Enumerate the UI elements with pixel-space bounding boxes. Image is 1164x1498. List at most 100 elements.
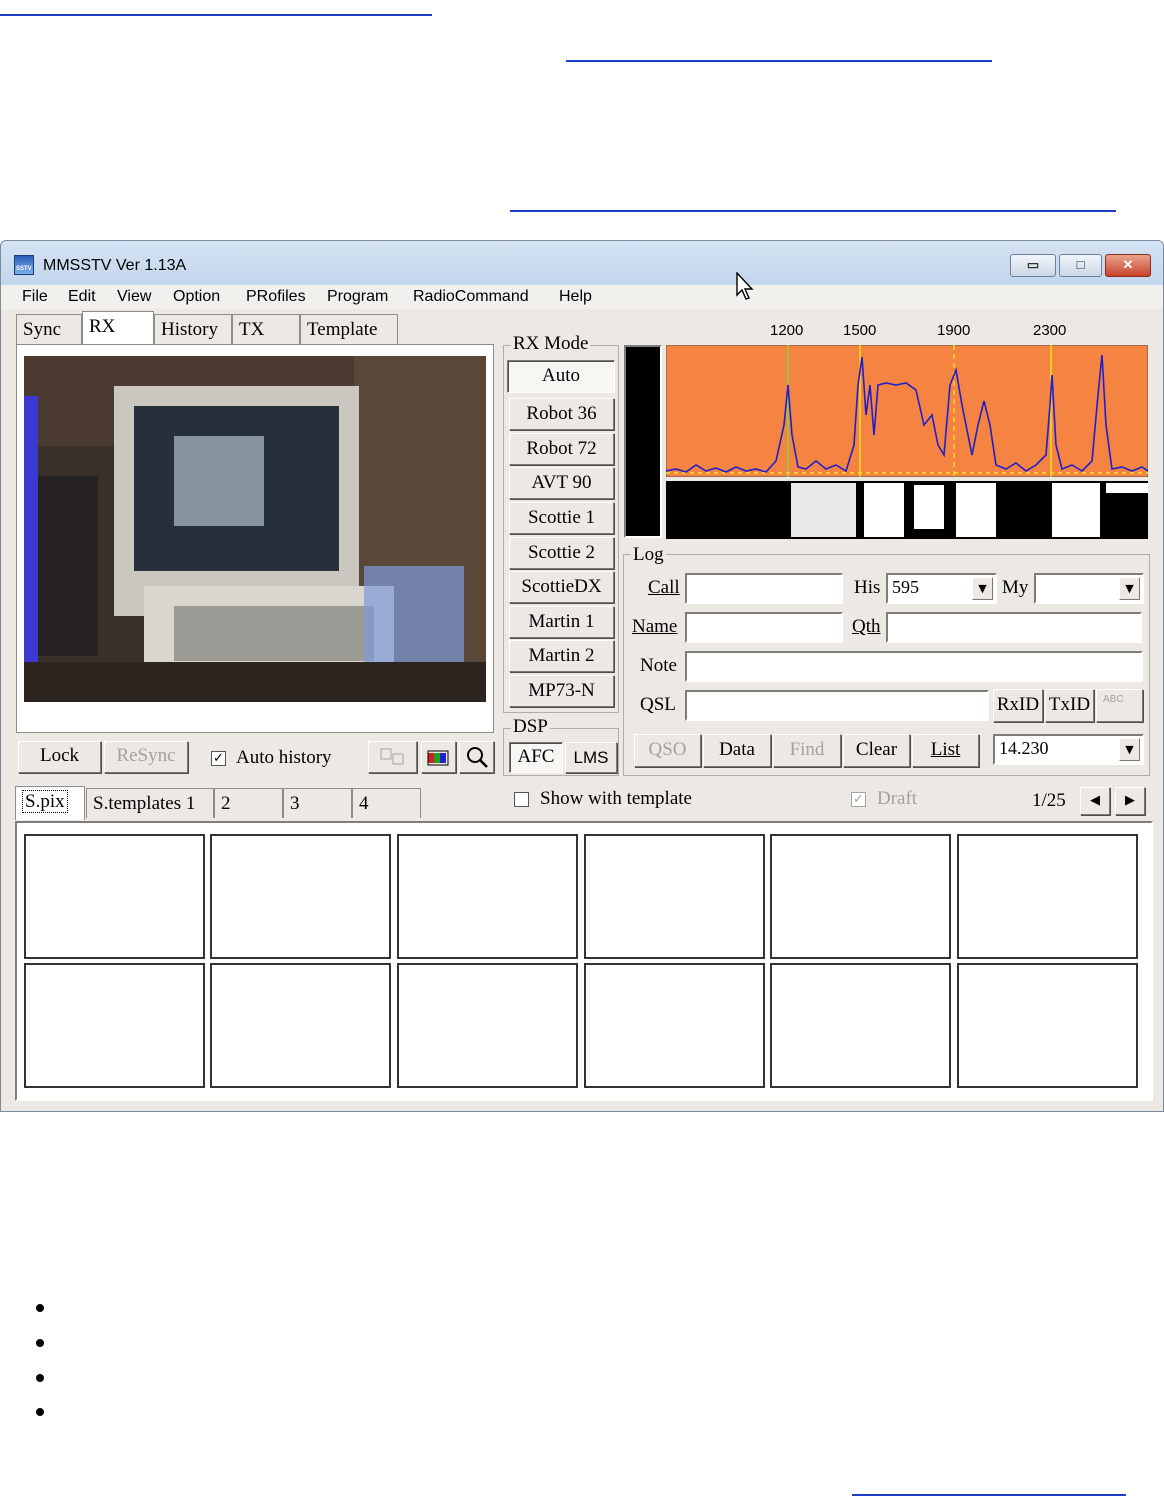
picture-slot[interactable] [210,963,391,1088]
menu-bar: File Edit View Option PRofiles Program R… [1,285,1163,309]
picture-slot[interactable] [770,963,951,1088]
spectrum-display[interactable] [666,345,1148,477]
picture-slot[interactable] [584,963,765,1088]
page-indicator: 1/25 [1032,790,1066,811]
maximize-button[interactable]: □ [1059,254,1102,277]
minimize-button[interactable]: ▭ [1010,254,1056,277]
tab-template[interactable]: Template [300,314,398,344]
spectrum-marker-2300: 2300 [1033,322,1067,339]
txid-button[interactable]: TxID [1045,689,1094,722]
tab-stemplates-1[interactable]: S.templates 1 [86,788,214,818]
list-button[interactable]: List [912,734,979,767]
menu-file[interactable]: File [22,288,48,306]
dsp-label: DSP [511,716,550,738]
picture-slot[interactable] [770,834,951,959]
picture-slot[interactable] [24,963,205,1088]
qth-input[interactable] [886,612,1142,643]
auto-history-checkbox[interactable]: ✓ [211,751,226,766]
picture-slot[interactable] [397,834,578,959]
note-input[interactable] [685,651,1143,682]
prev-page-button[interactable]: ◀ [1080,787,1110,815]
chevron-down-icon[interactable]: ▼ [972,577,993,600]
menu-help[interactable]: Help [559,288,592,306]
draft-label: Draft [877,788,918,809]
title-bar: SSTV MMSSTV Ver 1.13A ▭ □ ✕ [1,241,1163,285]
rx-image [24,356,486,702]
qsl-label: QSL [640,694,676,715]
spectrum-marker-1200: 1200 [770,322,804,339]
color-bars-button[interactable] [421,741,456,773]
lms-button[interactable]: LMS [565,742,617,773]
link-underline[interactable] [852,1494,1126,1496]
tab-rx[interactable]: RX [82,311,154,345]
chevron-down-icon[interactable]: ▼ [1119,738,1140,761]
qsl-input[interactable] [685,690,989,721]
mode-scottie1-button[interactable]: Scottie 1 [509,502,614,534]
mode-martin1-button[interactable]: Martin 1 [509,606,614,638]
my-label: My [1002,577,1029,598]
next-page-button[interactable]: ▶ [1115,787,1145,815]
call-label: Call [648,577,680,598]
picture-slot[interactable] [210,834,391,959]
call-input[interactable] [685,573,843,604]
mode-robot36-button[interactable]: Robot 36 [509,398,614,430]
tab-4[interactable]: 4 [352,788,421,818]
abc-button[interactable]: ABC [1096,689,1143,722]
copy-image-button[interactable] [368,741,417,773]
spectrum-marker-1500: 1500 [843,322,877,339]
menu-option[interactable]: Option [173,288,220,306]
list-bullet [36,1339,44,1347]
find-button[interactable]: Find [773,734,841,767]
auto-history-label: Auto history [236,747,332,768]
lock-button[interactable]: Lock [18,741,101,773]
link-underline[interactable] [0,14,432,16]
mode-auto-button[interactable]: Auto [507,360,615,393]
menu-view[interactable]: View [117,288,151,306]
frequency-select[interactable]: 14.230 ▼ [993,734,1144,765]
list-bullet [36,1304,44,1312]
name-input[interactable] [685,612,843,643]
mode-robot72-button[interactable]: Robot 72 [509,433,614,465]
waterfall-display [666,481,1148,539]
tab-3[interactable]: 3 [283,788,352,818]
draft-checkbox[interactable]: ✓ [851,792,866,807]
picture-slot[interactable] [957,834,1138,959]
mode-scottiedx-button[interactable]: ScottieDX [509,571,614,603]
rxid-button[interactable]: RxID [993,689,1043,722]
window-title: MMSSTV Ver 1.13A [43,257,187,274]
my-select[interactable]: ▼ [1034,573,1144,604]
picture-slot[interactable] [397,963,578,1088]
zoom-button[interactable] [459,741,494,773]
data-button[interactable]: Data [703,734,771,767]
clear-button[interactable]: Clear [843,734,910,767]
mode-mp73n-button[interactable]: MP73-N [509,675,614,707]
link-underline[interactable] [510,210,1116,212]
tab-sync[interactable]: Sync [16,314,82,344]
menu-radiocommand[interactable]: RadioCommand [413,288,529,306]
tab-tx[interactable]: TX [232,314,300,344]
resync-button[interactable]: ReSync [104,741,188,773]
stock-picture-grid [15,821,1153,1101]
his-select[interactable]: 595 ▼ [886,573,997,604]
qso-button[interactable]: QSO [634,734,701,767]
copy-icon [380,748,403,765]
tab-spix[interactable]: S.pix [15,786,85,820]
picture-slot[interactable] [24,834,205,959]
picture-slot[interactable] [584,834,765,959]
picture-slot[interactable] [957,963,1138,1088]
chevron-down-icon[interactable]: ▼ [1119,577,1140,600]
mode-martin2-button[interactable]: Martin 2 [509,640,614,672]
tab-2[interactable]: 2 [214,788,283,818]
mode-scottie2-button[interactable]: Scottie 2 [509,537,614,569]
show-with-template-checkbox[interactable] [514,792,529,807]
mode-avt90-button[interactable]: AVT 90 [509,467,614,499]
menu-edit[interactable]: Edit [68,288,96,306]
menu-profiles[interactable]: PRofiles [246,288,306,306]
menu-program[interactable]: Program [327,288,388,306]
close-button[interactable]: ✕ [1105,254,1151,277]
link-underline[interactable] [566,60,992,62]
afc-button[interactable]: AFC [509,742,563,773]
tab-history[interactable]: History [154,314,232,344]
spectrum-marker-1900: 1900 [937,322,971,339]
list-bullet [36,1374,44,1382]
